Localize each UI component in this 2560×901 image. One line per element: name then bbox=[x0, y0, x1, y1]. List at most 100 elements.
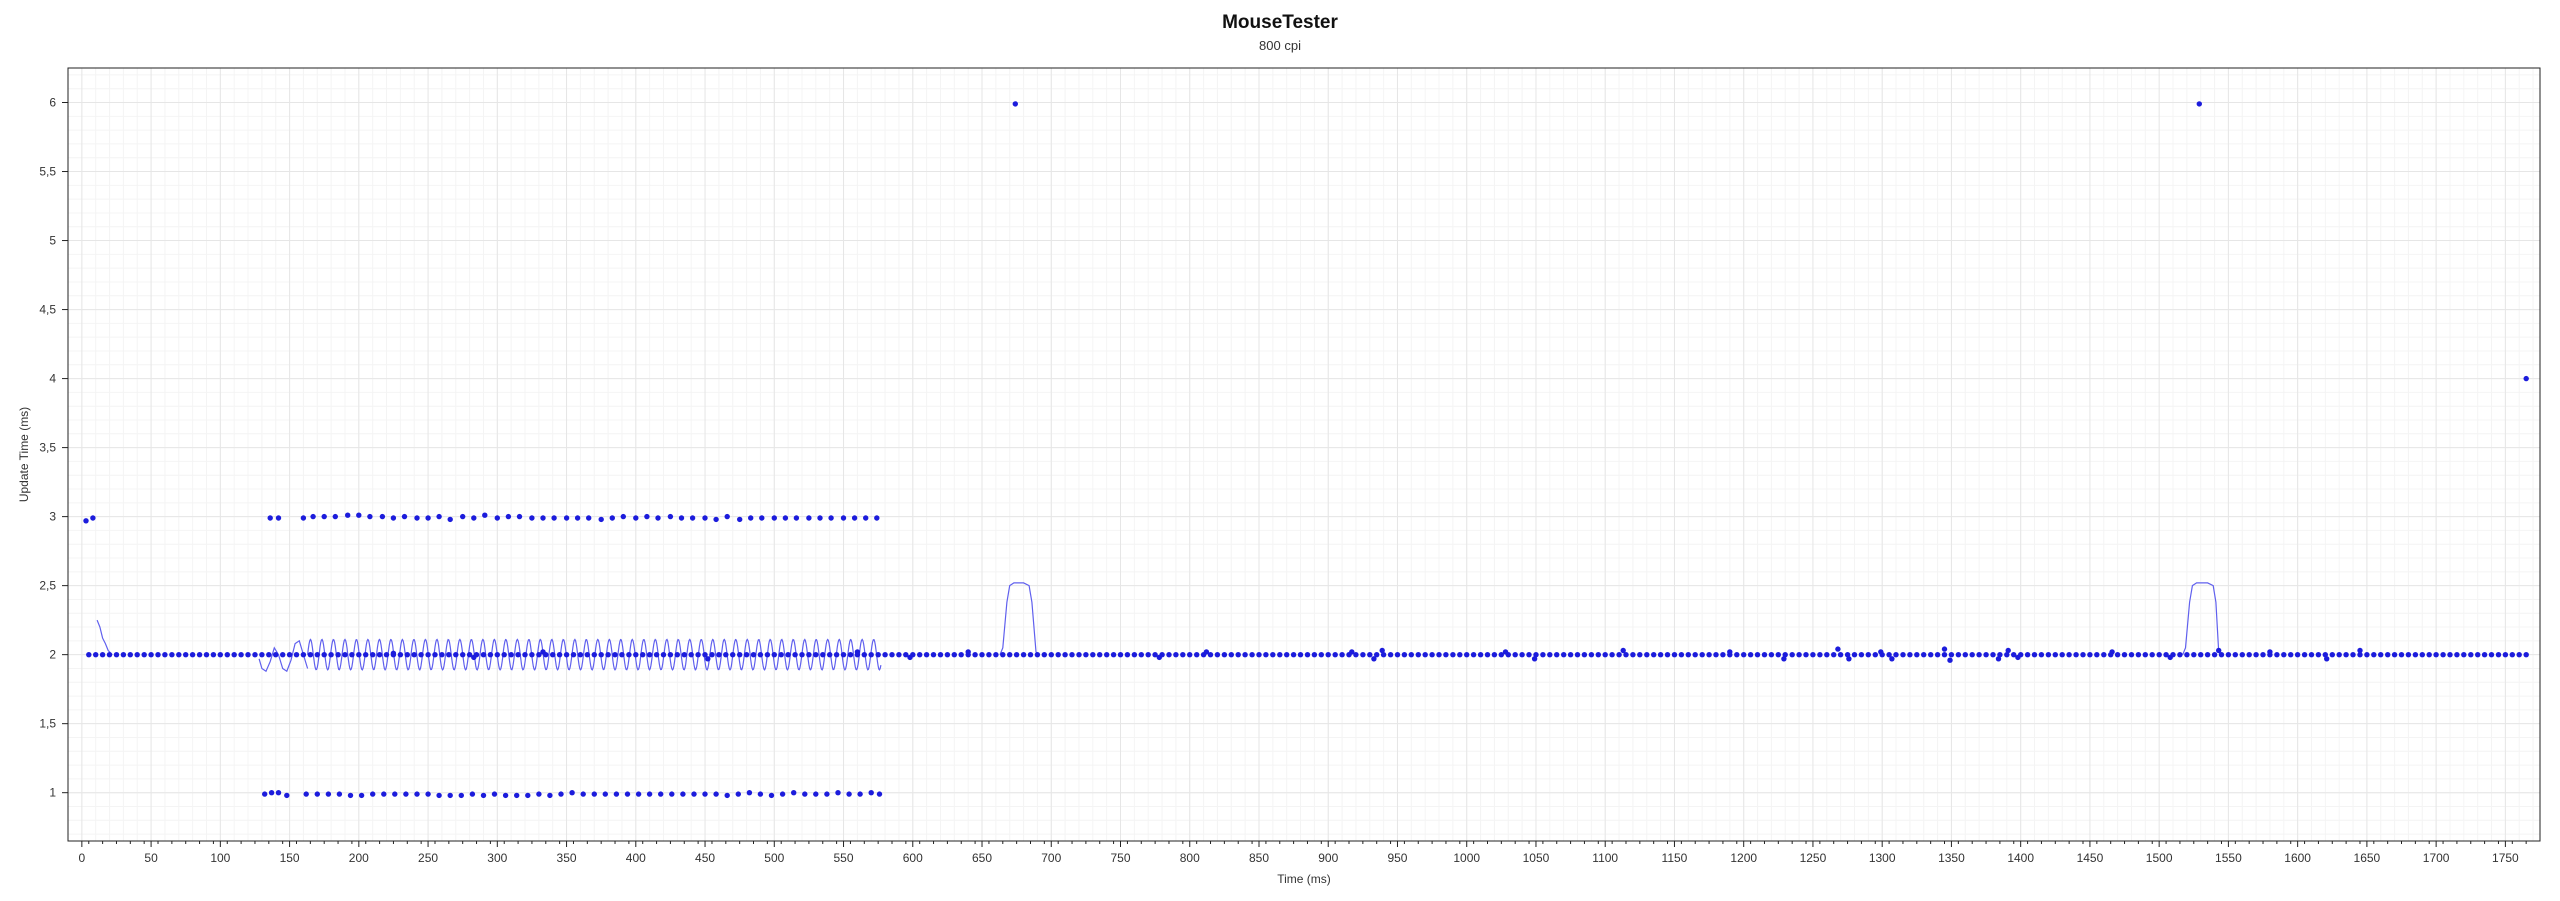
data-point bbox=[2481, 652, 2488, 658]
data-point bbox=[381, 791, 387, 797]
data-point bbox=[436, 792, 442, 799]
data-point bbox=[120, 652, 127, 658]
data-point bbox=[2502, 652, 2509, 658]
data-point bbox=[863, 515, 869, 521]
data-point bbox=[414, 791, 420, 797]
x-tick-label: 950 bbox=[1387, 851, 1407, 865]
data-point bbox=[923, 652, 930, 658]
data-point bbox=[958, 652, 964, 658]
data-point bbox=[1180, 652, 1186, 658]
data-point bbox=[1000, 652, 1006, 658]
data-point bbox=[1761, 652, 1768, 658]
data-point bbox=[1995, 656, 2002, 662]
data-point bbox=[2109, 649, 2115, 655]
data-point bbox=[737, 652, 743, 658]
x-tick-label: 100 bbox=[210, 851, 230, 865]
y-tick-label: 1 bbox=[49, 786, 56, 800]
data-point bbox=[414, 515, 420, 521]
x-axis: 0 50 100 150 200 250 300 350 400 450 500 550 600 650 7… bbox=[79, 841, 2527, 865]
data-point bbox=[1083, 652, 1089, 658]
data-point bbox=[1531, 656, 1538, 662]
data-point bbox=[447, 792, 453, 799]
y-tick-label: 2 bbox=[49, 648, 56, 662]
data-point bbox=[1450, 652, 1456, 658]
data-point bbox=[1263, 652, 1269, 658]
data-point bbox=[586, 515, 592, 521]
data-point bbox=[1796, 652, 1802, 658]
data-point bbox=[1574, 652, 1581, 658]
data-point bbox=[370, 652, 376, 658]
data-point bbox=[1304, 652, 1311, 658]
data-point bbox=[268, 790, 275, 796]
data-point bbox=[613, 791, 620, 797]
data-point bbox=[460, 513, 466, 520]
data-point bbox=[2488, 652, 2495, 658]
data-point bbox=[1526, 652, 1532, 658]
data-point bbox=[1013, 652, 1020, 658]
data-point bbox=[2371, 652, 2377, 658]
data-point bbox=[793, 515, 800, 521]
data-point bbox=[1027, 652, 1034, 658]
data-point bbox=[367, 513, 373, 520]
data-point bbox=[1090, 652, 1096, 658]
data-point bbox=[471, 654, 477, 661]
data-point bbox=[252, 652, 258, 658]
data-point bbox=[759, 515, 765, 521]
data-point bbox=[401, 513, 408, 520]
data-point bbox=[2177, 652, 2183, 658]
data-point bbox=[1415, 652, 1422, 658]
data-point bbox=[1747, 652, 1754, 658]
data-point bbox=[653, 652, 660, 658]
data-point bbox=[356, 652, 362, 658]
data-point bbox=[349, 652, 355, 658]
data-point bbox=[1131, 652, 1138, 658]
data-point bbox=[273, 652, 279, 658]
data-point bbox=[2156, 652, 2162, 658]
data-point bbox=[245, 652, 251, 658]
x-tick-label: 850 bbox=[1249, 851, 1269, 865]
data-point bbox=[828, 515, 834, 521]
data-point bbox=[1824, 652, 1830, 658]
data-point bbox=[2167, 654, 2173, 661]
y-tick-label: 5 bbox=[49, 234, 56, 248]
data-point bbox=[1194, 652, 1200, 658]
data-point bbox=[1048, 652, 1055, 658]
x-tick-label: 1700 bbox=[2423, 851, 2450, 865]
data-point bbox=[1138, 652, 1145, 658]
data-point bbox=[2405, 652, 2412, 658]
data-point bbox=[439, 652, 445, 658]
data-point bbox=[1706, 652, 1712, 658]
data-point bbox=[1713, 652, 1719, 658]
data-point bbox=[293, 652, 300, 658]
data-point bbox=[1962, 652, 1969, 658]
data-point bbox=[840, 515, 847, 521]
data-point bbox=[447, 516, 453, 523]
data-point bbox=[347, 792, 354, 799]
data-point bbox=[1540, 652, 1546, 658]
data-point bbox=[458, 792, 464, 799]
data-point bbox=[453, 652, 459, 658]
x-tick-label: 1200 bbox=[1730, 851, 1757, 865]
data-point bbox=[1581, 652, 1588, 658]
data-point bbox=[746, 790, 753, 796]
data-point bbox=[2080, 652, 2086, 658]
data-point bbox=[799, 652, 805, 658]
data-point bbox=[480, 792, 487, 799]
data-point bbox=[1846, 656, 1852, 662]
data-point bbox=[525, 792, 531, 799]
data-point bbox=[737, 516, 743, 523]
data-point bbox=[1429, 652, 1435, 658]
x-tick-label: 0 bbox=[79, 851, 86, 865]
data-point bbox=[1371, 656, 1377, 662]
data-point bbox=[660, 652, 667, 658]
data-point bbox=[1810, 652, 1816, 658]
data-point bbox=[2440, 652, 2446, 658]
data-point bbox=[1422, 652, 1428, 658]
data-point bbox=[397, 652, 404, 658]
data-point bbox=[310, 513, 316, 520]
data-point bbox=[196, 652, 203, 658]
data-point bbox=[238, 652, 244, 658]
data-point bbox=[1436, 652, 1442, 658]
data-point bbox=[1007, 652, 1013, 658]
data-point bbox=[748, 515, 754, 521]
